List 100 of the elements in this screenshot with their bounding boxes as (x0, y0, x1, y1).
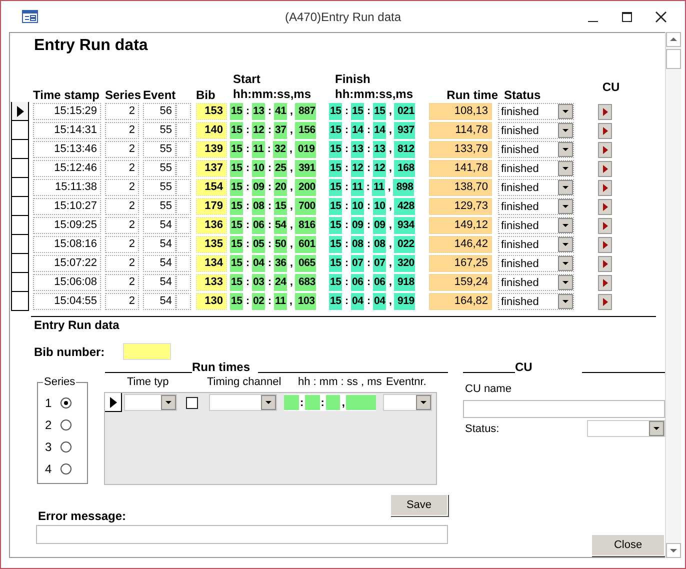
save-button[interactable]: Save (390, 494, 448, 516)
status-dropdown[interactable]: finished (498, 217, 574, 234)
record-selector[interactable] (11, 254, 29, 273)
table-cell (176, 255, 191, 272)
radio-label: 1 (45, 396, 52, 410)
table-cell (176, 198, 191, 215)
status-dropdown[interactable]: finished (498, 122, 574, 139)
table-cell: 2 (105, 255, 139, 272)
status-dropdown[interactable]: finished (498, 179, 574, 196)
status-dropdown[interactable]: finished (498, 141, 574, 158)
status-dropdown[interactable]: finished (498, 198, 574, 215)
minutes-field[interactable] (304, 395, 320, 410)
radio-button[interactable] (60, 397, 72, 409)
table-cell: 55 (143, 141, 176, 158)
record-selector[interactable] (11, 140, 29, 159)
time-cell: 15 : 04 : 04 , 919 (329, 293, 424, 310)
table-cell: 2 (105, 179, 139, 196)
play-button[interactable] (598, 160, 612, 176)
play-button[interactable] (598, 218, 612, 234)
table-cell: 154 (196, 179, 227, 196)
section-heading: Entry Run data (34, 318, 120, 332)
status-dropdown[interactable]: finished (498, 236, 574, 253)
scroll-up-icon[interactable] (666, 32, 681, 47)
status-dropdown[interactable]: finished (498, 255, 574, 272)
play-button[interactable] (598, 274, 612, 290)
record-selector[interactable] (11, 102, 29, 121)
milliseconds-field[interactable] (346, 395, 376, 410)
record-selector[interactable] (11, 197, 29, 216)
table-cell (176, 293, 191, 310)
play-button[interactable] (598, 180, 612, 196)
status-dropdown[interactable]: finished (498, 274, 574, 291)
scroll-down-icon[interactable] (666, 543, 681, 558)
table-cell: 149,12 (429, 217, 492, 234)
record-selector[interactable] (11, 235, 29, 254)
column-header: CU (601, 80, 621, 96)
status-dropdown[interactable]: finished (498, 160, 574, 177)
play-button[interactable] (598, 122, 612, 138)
bib-field[interactable] (123, 343, 171, 360)
section-title: CU (515, 360, 534, 374)
scroll-thumb[interactable] (666, 49, 681, 69)
table-cell (176, 122, 191, 139)
time-cell: 15 : 14 : 14 , 937 (329, 122, 424, 139)
record-selector[interactable] (11, 292, 29, 311)
record-selector[interactable] (11, 178, 29, 197)
table-cell: 137 (196, 160, 227, 177)
table-cell: 159,24 (429, 274, 492, 291)
table-cell: 54 (143, 293, 176, 310)
table-cell (176, 160, 191, 177)
record-selector[interactable] (11, 159, 29, 178)
time-cell: 15 : 15 : 15 , 021 (329, 103, 424, 120)
column-header: Time stamp (33, 88, 100, 102)
time-cell: 15 : 11 : 32 , 019 (230, 141, 325, 158)
table-cell: 141,78 (429, 160, 492, 177)
time-cell: 15 : 03 : 24 , 683 (230, 274, 325, 291)
table-cell: 2 (105, 122, 139, 139)
column-header: Event (143, 88, 177, 102)
maximize-icon[interactable] (621, 10, 633, 22)
table-cell: 153 (196, 103, 227, 120)
time-cell: 15 : 12 : 12 , 168 (329, 160, 424, 177)
play-button[interactable] (598, 294, 612, 310)
table-cell: 15:12:46 (33, 160, 101, 177)
table-cell: 133 (196, 274, 227, 291)
record-selector[interactable] (105, 393, 122, 412)
table-cell (176, 217, 191, 234)
record-selector[interactable] (11, 273, 29, 292)
column-header: Timing channel (207, 376, 282, 390)
close-icon[interactable] (655, 10, 667, 22)
close-button[interactable]: Close (591, 534, 665, 556)
table-cell: 15:14:31 (33, 122, 101, 139)
cu-name-field[interactable] (463, 400, 665, 418)
table-cell: 2 (105, 103, 139, 120)
time-cell: 15 : 09 : 20 , 200 (230, 179, 325, 196)
table-cell: 2 (105, 141, 139, 158)
time-separator: : (298, 396, 305, 408)
play-button[interactable] (598, 236, 612, 252)
table-cell: 15:08:16 (33, 236, 101, 253)
radio-button[interactable] (60, 441, 72, 453)
checkbox[interactable] (186, 396, 198, 408)
column-header: Run time (446, 88, 498, 102)
bib-label: Bib number: (34, 344, 106, 358)
table-cell: 2 (105, 236, 139, 253)
error-label: Error message: (38, 509, 128, 523)
status-dropdown[interactable]: finished (498, 293, 574, 310)
hours-field[interactable] (284, 395, 299, 410)
record-selector[interactable] (11, 121, 29, 140)
radio-button[interactable] (60, 419, 72, 431)
radio-button[interactable] (60, 463, 72, 475)
radio-label: 2 (45, 418, 52, 432)
column-header: Finish hh:mm:ss,ms (334, 72, 414, 102)
status-dropdown[interactable]: finished (498, 103, 574, 120)
table-cell: 139 (196, 141, 227, 158)
error-field[interactable] (36, 525, 448, 544)
play-button[interactable] (598, 142, 612, 158)
scrollbar[interactable] (665, 32, 681, 558)
seconds-field[interactable] (326, 395, 340, 410)
play-button[interactable] (598, 104, 612, 120)
record-selector[interactable] (11, 216, 29, 235)
play-button[interactable] (598, 256, 612, 272)
play-button[interactable] (598, 198, 612, 214)
series-label: Series (43, 376, 76, 388)
